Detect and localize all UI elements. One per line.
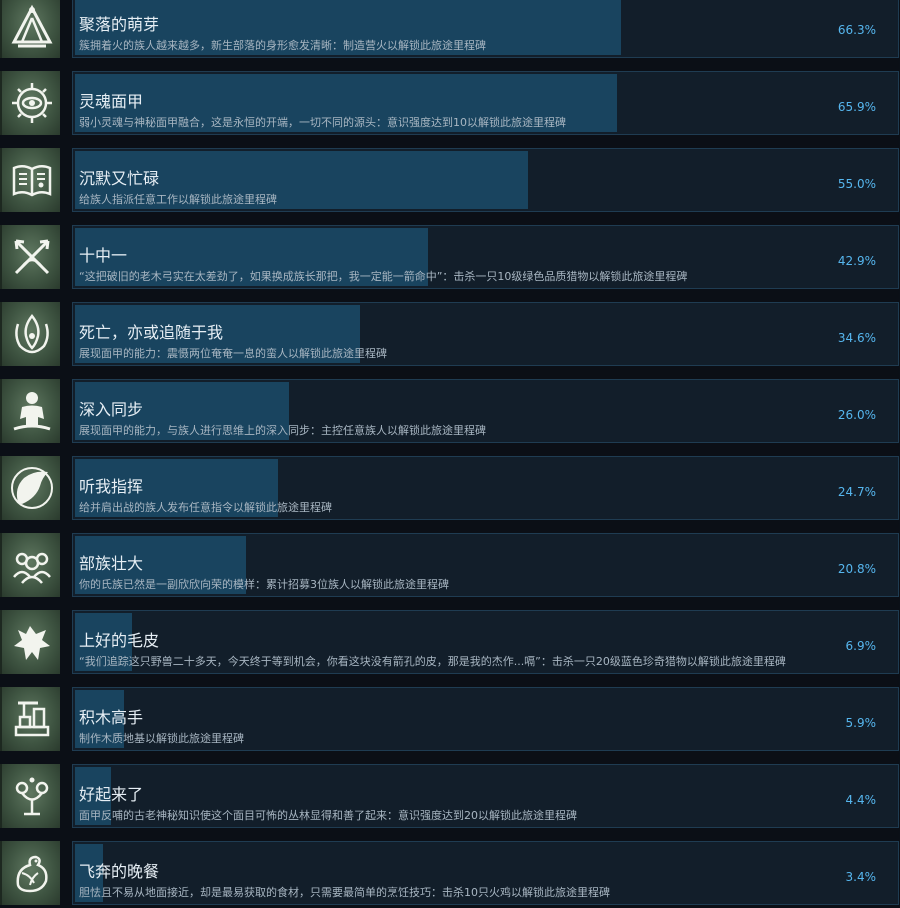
achievement-icon-tile bbox=[0, 533, 60, 597]
achievement-title: 十中一 bbox=[79, 246, 128, 265]
achievement-title: 深入同步 bbox=[79, 400, 144, 419]
unlock-percent: 4.4% bbox=[845, 793, 877, 807]
achievement-icon-tile bbox=[0, 71, 60, 135]
achievement-row: 好起来了面甲反哺的古老神秘知识使这个面目可怖的丛林显得和善了起来：意识强度达到2… bbox=[0, 764, 900, 828]
achievement-panel: 聚落的萌芽簇拥着火的族人越来越多，新生部落的身形愈发清晰：制造营火以解锁此旅途里… bbox=[72, 0, 899, 58]
achievement-title: 积木高手 bbox=[79, 708, 144, 727]
achievement-icon-tile bbox=[0, 302, 60, 366]
achievement-row: 十中一 “这把破旧的老木弓实在太差劲了，如果换成族长那把，我一定能一箭命中”：击杀… bbox=[0, 225, 900, 289]
achievements-page: { "colors": { "page_background": "#0b0f1… bbox=[0, 0, 900, 908]
achievement-row: 聚落的萌芽簇拥着火的族人越来越多，新生部落的身形愈发清晰：制造营火以解锁此旅途里… bbox=[0, 0, 900, 58]
achievement-title: 上好的毛皮 bbox=[79, 631, 160, 650]
achievement-description: “我们追踪这只野兽二十多天，今天终于等到机会，你看这块没有箭孔的皮，那是我的杰作… bbox=[79, 655, 786, 668]
achievement-description: 展现面甲的能力：震慑两位奄奄一息的蛮人以解锁此旅途里程碑 bbox=[79, 347, 387, 360]
unlock-percent: 55.0% bbox=[837, 177, 876, 191]
achievement-icon-tile bbox=[0, 225, 60, 289]
achievement-row: 死亡，亦或追随于我展现面甲的能力：震慑两位奄奄一息的蛮人以解锁此旅途里程碑 34.… bbox=[0, 302, 900, 366]
achievement-title: 飞奔的晚餐 bbox=[79, 862, 160, 881]
achievement-title: 聚落的萌芽 bbox=[79, 15, 160, 34]
achievement-title: 好起来了 bbox=[79, 785, 144, 804]
achievement-row: 灵魂面甲弱小灵魂与神秘面甲融合，这是永恒的开端，一切不同的源头：意识强度达到10… bbox=[0, 71, 900, 135]
achievement-icon-tile bbox=[0, 0, 60, 58]
achievement-panel: 飞奔的晚餐胆怯且不易从地面接近，却是最易获取的食材，只需要最简单的烹饪技巧：击杀… bbox=[72, 841, 899, 905]
unlock-percent: 6.9% bbox=[845, 639, 877, 653]
unlock-percent: 3.4% bbox=[845, 870, 877, 884]
achievement-panel: 上好的毛皮 “我们追踪这只野兽二十多天，今天终于等到机会，你看这块没有箭孔的皮，那… bbox=[72, 610, 899, 674]
achievement-row: 深入同步展现面甲的能力，与族人进行思维上的深入同步：主控任意族人以解锁此旅途里程… bbox=[0, 379, 900, 443]
achievement-description: 胆怯且不易从地面接近，却是最易获取的食材，只需要最简单的烹饪技巧：击杀10只火鸡… bbox=[79, 886, 610, 899]
unlock-percent: 65.9% bbox=[837, 100, 876, 114]
achievement-title: 听我指挥 bbox=[79, 477, 144, 496]
achievement-icon-tile bbox=[0, 764, 60, 828]
unlock-percent: 42.9% bbox=[837, 254, 876, 268]
unlock-percent: 20.8% bbox=[837, 562, 876, 576]
achievement-title: 灵魂面甲 bbox=[79, 92, 144, 111]
achievement-row: 积木高手制作木质地基以解锁此旅途里程碑 5.9% bbox=[0, 687, 900, 751]
achievement-row: 飞奔的晚餐胆怯且不易从地面接近，却是最易获取的食材，只需要最简单的烹饪技巧：击杀… bbox=[0, 841, 900, 905]
achievement-description: “这把破旧的老木弓实在太差劲了，如果换成族长那把，我一定能一箭命中”：击杀一只1… bbox=[79, 270, 688, 283]
achievement-row: 听我指挥给并肩出战的族人发布任意指令以解锁此旅途里程碑 24.7% bbox=[0, 456, 900, 520]
achievement-description: 制作木质地基以解锁此旅途里程碑 bbox=[79, 732, 244, 745]
achievement-icon-tile bbox=[0, 687, 60, 751]
achievement-panel: 听我指挥给并肩出战的族人发布任意指令以解锁此旅途里程碑 24.7% bbox=[72, 456, 899, 520]
achievement-panel: 好起来了面甲反哺的古老神秘知识使这个面目可怖的丛林显得和善了起来：意识强度达到2… bbox=[72, 764, 899, 828]
unlock-percent: 66.3% bbox=[837, 23, 876, 37]
achievement-panel: 部族壮大你的氏族已然是一副欣欣向荣的模样：累计招募3位族人以解锁此旅途里程碑 20… bbox=[72, 533, 899, 597]
achievement-description: 面甲反哺的古老神秘知识使这个面目可怖的丛林显得和善了起来：意识强度达到20以解锁… bbox=[79, 809, 577, 822]
achievement-panel: 死亡，亦或追随于我展现面甲的能力：震慑两位奄奄一息的蛮人以解锁此旅途里程碑 34.… bbox=[72, 302, 899, 366]
achievement-description: 给并肩出战的族人发布任意指令以解锁此旅途里程碑 bbox=[79, 501, 332, 514]
achievement-row: 部族壮大你的氏族已然是一副欣欣向荣的模样：累计招募3位族人以解锁此旅途里程碑 20… bbox=[0, 533, 900, 597]
achievement-row: 上好的毛皮 “我们追踪这只野兽二十多天，今天终于等到机会，你看这块没有箭孔的皮，那… bbox=[0, 610, 900, 674]
achievement-description: 你的氏族已然是一副欣欣向荣的模样：累计招募3位族人以解锁此旅途里程碑 bbox=[79, 578, 449, 591]
unlock-percent: 5.9% bbox=[845, 716, 877, 730]
achievement-row: 沉默又忙碌给族人指派任意工作以解锁此旅途里程碑 55.0% bbox=[0, 148, 900, 212]
achievement-icon-tile bbox=[0, 841, 60, 905]
achievement-panel: 沉默又忙碌给族人指派任意工作以解锁此旅途里程碑 55.0% bbox=[72, 148, 899, 212]
achievement-panel: 深入同步展现面甲的能力，与族人进行思维上的深入同步：主控任意族人以解锁此旅途里程… bbox=[72, 379, 899, 443]
achievement-title: 沉默又忙碌 bbox=[79, 169, 160, 188]
achievement-panel: 灵魂面甲弱小灵魂与神秘面甲融合，这是永恒的开端，一切不同的源头：意识强度达到10… bbox=[72, 71, 899, 135]
achievement-icon-tile bbox=[0, 379, 60, 443]
achievement-description: 给族人指派任意工作以解锁此旅途里程碑 bbox=[79, 193, 277, 206]
achievement-title: 死亡，亦或追随于我 bbox=[79, 323, 224, 342]
achievement-icon-tile bbox=[0, 456, 60, 520]
achievement-title: 部族壮大 bbox=[79, 554, 144, 573]
unlock-percent: 26.0% bbox=[837, 408, 876, 422]
unlock-percent: 34.6% bbox=[837, 331, 876, 345]
achievement-description: 弱小灵魂与神秘面甲融合，这是永恒的开端，一切不同的源头：意识强度达到10以解锁此… bbox=[79, 116, 566, 129]
unlock-percent: 24.7% bbox=[837, 485, 876, 499]
achievement-icon-tile bbox=[0, 610, 60, 674]
achievement-description: 簇拥着火的族人越来越多，新生部落的身形愈发清晰：制造营火以解锁此旅途里程碑 bbox=[79, 39, 486, 52]
achievement-panel: 十中一 “这把破旧的老木弓实在太差劲了，如果换成族长那把，我一定能一箭命中”：击杀… bbox=[72, 225, 899, 289]
achievement-icon-tile bbox=[0, 148, 60, 212]
achievement-description: 展现面甲的能力，与族人进行思维上的深入同步：主控任意族人以解锁此旅途里程碑 bbox=[79, 424, 486, 437]
achievement-panel: 积木高手制作木质地基以解锁此旅途里程碑 5.9% bbox=[72, 687, 899, 751]
